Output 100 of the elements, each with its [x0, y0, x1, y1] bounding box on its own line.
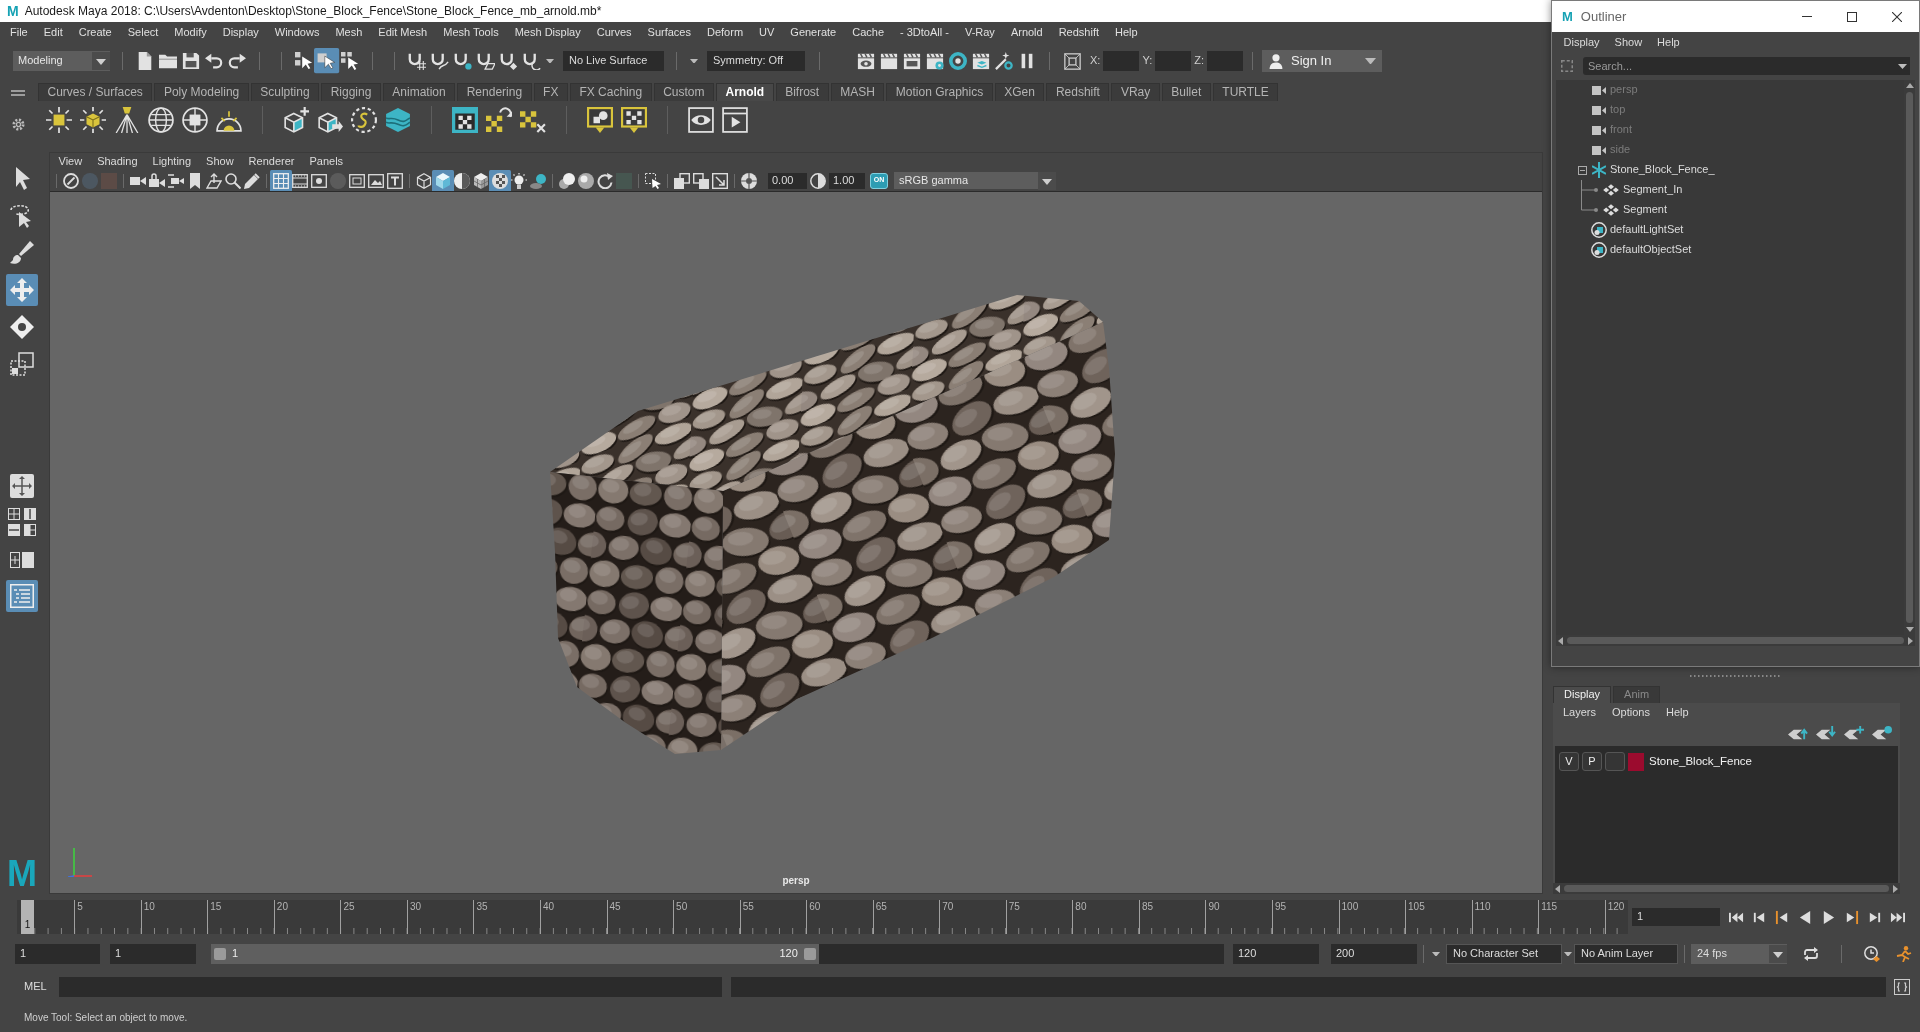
- maximize-icon[interactable]: [1847, 11, 1857, 22]
- picture-frame-icon[interactable]: [368, 172, 384, 189]
- menu-item[interactable]: - 3DtoAll -: [892, 26, 957, 40]
- menu-item[interactable]: Options: [1604, 705, 1658, 720]
- drag-handle-icon[interactable]: [1689, 675, 1780, 677]
- menu-item[interactable]: Generate: [782, 26, 845, 40]
- shelf-tab[interactable]: VRay: [1111, 83, 1160, 101]
- undo-icon[interactable]: [205, 52, 223, 70]
- range-slider[interactable]: 1 120: [211, 944, 1224, 964]
- command-result-field[interactable]: [731, 977, 1886, 997]
- visibility-toggle[interactable]: V: [1559, 752, 1579, 771]
- current-frame-marker[interactable]: 1: [21, 900, 35, 934]
- menu-item[interactable]: Arnold: [1002, 26, 1051, 40]
- cursor-grid-icon[interactable]: [341, 52, 359, 70]
- menu-item[interactable]: Edit Mesh: [370, 26, 436, 40]
- four-pane-icon[interactable]: [8, 508, 20, 520]
- shelf-tab[interactable]: FX: [533, 83, 568, 101]
- circle-slash-icon[interactable]: [63, 172, 79, 189]
- symmetry-dropdown[interactable]: Symmetry: Off: [707, 51, 805, 71]
- character-set-dropdown[interactable]: No Character Set: [1446, 944, 1562, 964]
- menu-item[interactable]: Help: [1657, 705, 1697, 720]
- scroll-down-icon[interactable]: [1905, 627, 1914, 632]
- language-label[interactable]: MEL: [24, 980, 59, 994]
- playback-start-field[interactable]: 1: [110, 944, 196, 964]
- menu-item[interactable]: Curves: [588, 26, 640, 40]
- outliner-item[interactable]: Segment: [1623, 203, 1668, 217]
- globe-icon[interactable]: [148, 107, 174, 133]
- clapperboard-icon[interactable]: [903, 52, 921, 70]
- menu-item[interactable]: Panels: [301, 154, 351, 169]
- field-chart-icon[interactable]: [349, 172, 365, 189]
- shelf-tab[interactable]: TURTLE: [1212, 83, 1279, 101]
- outliner-item[interactable]: Segment_In: [1623, 183, 1683, 197]
- magnet-point-icon[interactable]: [454, 52, 472, 70]
- shelf-tab[interactable]: Bifrost: [775, 83, 829, 101]
- scroll-up-icon[interactable]: [1905, 83, 1914, 88]
- playback-end-field[interactable]: 120: [1233, 944, 1319, 964]
- gamma-field[interactable]: 1.00: [829, 172, 865, 189]
- start-frame-field[interactable]: 1: [15, 944, 100, 964]
- scrollbar-thumb[interactable]: [1564, 885, 1889, 892]
- camera-lock-icon[interactable]: [149, 172, 165, 189]
- menu-item[interactable]: Help: [1649, 36, 1688, 50]
- two-pane-icon[interactable]: [24, 508, 36, 520]
- live-surface-field[interactable]: No Live Surface: [563, 51, 664, 71]
- text-frame-icon[interactable]: [387, 172, 403, 189]
- playback-toggle[interactable]: P: [1582, 752, 1602, 771]
- menu-item[interactable]: Modify: [166, 26, 215, 40]
- end-frame-field[interactable]: 200: [1331, 944, 1417, 964]
- caret-icon[interactable]: [1432, 951, 1440, 957]
- dashed-square-icon[interactable]: [1561, 60, 1573, 72]
- command-input[interactable]: [59, 977, 722, 997]
- shelf-tab[interactable]: Sculpting: [250, 83, 320, 101]
- aperture-icon[interactable]: [741, 172, 757, 189]
- fps-dropdown[interactable]: 24 fps: [1691, 944, 1787, 964]
- caret-icon[interactable]: [690, 58, 698, 64]
- user-icon[interactable]: [1268, 53, 1284, 69]
- shelf-tab[interactable]: Animation: [382, 83, 456, 101]
- checker-window-icon[interactable]: [452, 107, 478, 133]
- menu-item[interactable]: Renderer: [241, 154, 302, 169]
- shaded-cube-icon[interactable]: [432, 169, 454, 192]
- shelf-tab[interactable]: Rendering: [457, 83, 532, 101]
- menu-item[interactable]: Show: [1607, 36, 1650, 50]
- exposure-field[interactable]: 0.00: [768, 172, 807, 189]
- menu-item[interactable]: Windows: [266, 26, 328, 40]
- dashed-circle-icon[interactable]: [351, 107, 377, 133]
- menu-item[interactable]: Create: [70, 26, 120, 40]
- layer-name[interactable]: Stone_Block_Fence: [1649, 754, 1752, 769]
- outliner-item[interactable]: defaultLightSet: [1610, 223, 1684, 237]
- menu-item[interactable]: Select: [119, 26, 167, 40]
- menu-item[interactable]: Layers: [1555, 705, 1605, 720]
- circle-arrows-icon[interactable]: [597, 172, 613, 189]
- magnet-arc-icon[interactable]: [523, 52, 541, 70]
- single-pane-icon[interactable]: [10, 474, 34, 498]
- menu-item[interactable]: File: [2, 26, 36, 40]
- wand-gear-icon[interactable]: [995, 52, 1013, 70]
- wave-cube-icon[interactable]: [385, 107, 411, 133]
- brackets-icon[interactable]: [1894, 979, 1910, 995]
- clapperboard-layers-icon[interactable]: [972, 52, 990, 70]
- collapse-icon[interactable]: [1577, 165, 1587, 175]
- step-back-frame-icon[interactable]: [1774, 909, 1790, 925]
- camera-arrows-icon[interactable]: [168, 172, 184, 189]
- layer-arrow-up-icon[interactable]: [1788, 726, 1808, 740]
- paint-brush-icon[interactable]: [10, 240, 34, 265]
- shelf-tab[interactable]: Motion Graphics: [886, 83, 993, 101]
- settings-icon[interactable]: [11, 118, 25, 131]
- save-icon[interactable]: [182, 52, 200, 70]
- menu-item[interactable]: Mesh Display: [506, 26, 589, 40]
- ring-icon[interactable]: [949, 52, 967, 70]
- magnifier-icon[interactable]: [225, 172, 241, 189]
- time-slider[interactable]: 5 10 15 20 25 30 35 40 45 50 55 60 65 70 75 80 85 90 95 100 105 110 115 120 1: [17, 900, 1628, 934]
- menu-item[interactable]: Lighting: [145, 154, 199, 169]
- scroll-left-icon[interactable]: [1555, 884, 1560, 893]
- magnet-diamond-icon[interactable]: [500, 52, 518, 70]
- menu-item[interactable]: Shading: [89, 154, 146, 169]
- coordinate-field[interactable]: [1155, 51, 1192, 71]
- menu-icon[interactable]: [11, 90, 25, 96]
- clapperboard-icon[interactable]: [880, 52, 898, 70]
- sun-square-icon[interactable]: [46, 107, 72, 133]
- magnet-curve-icon[interactable]: [431, 52, 449, 70]
- dashed-select-icon[interactable]: [645, 172, 661, 189]
- panel-tab[interactable]: Display: [1553, 686, 1612, 703]
